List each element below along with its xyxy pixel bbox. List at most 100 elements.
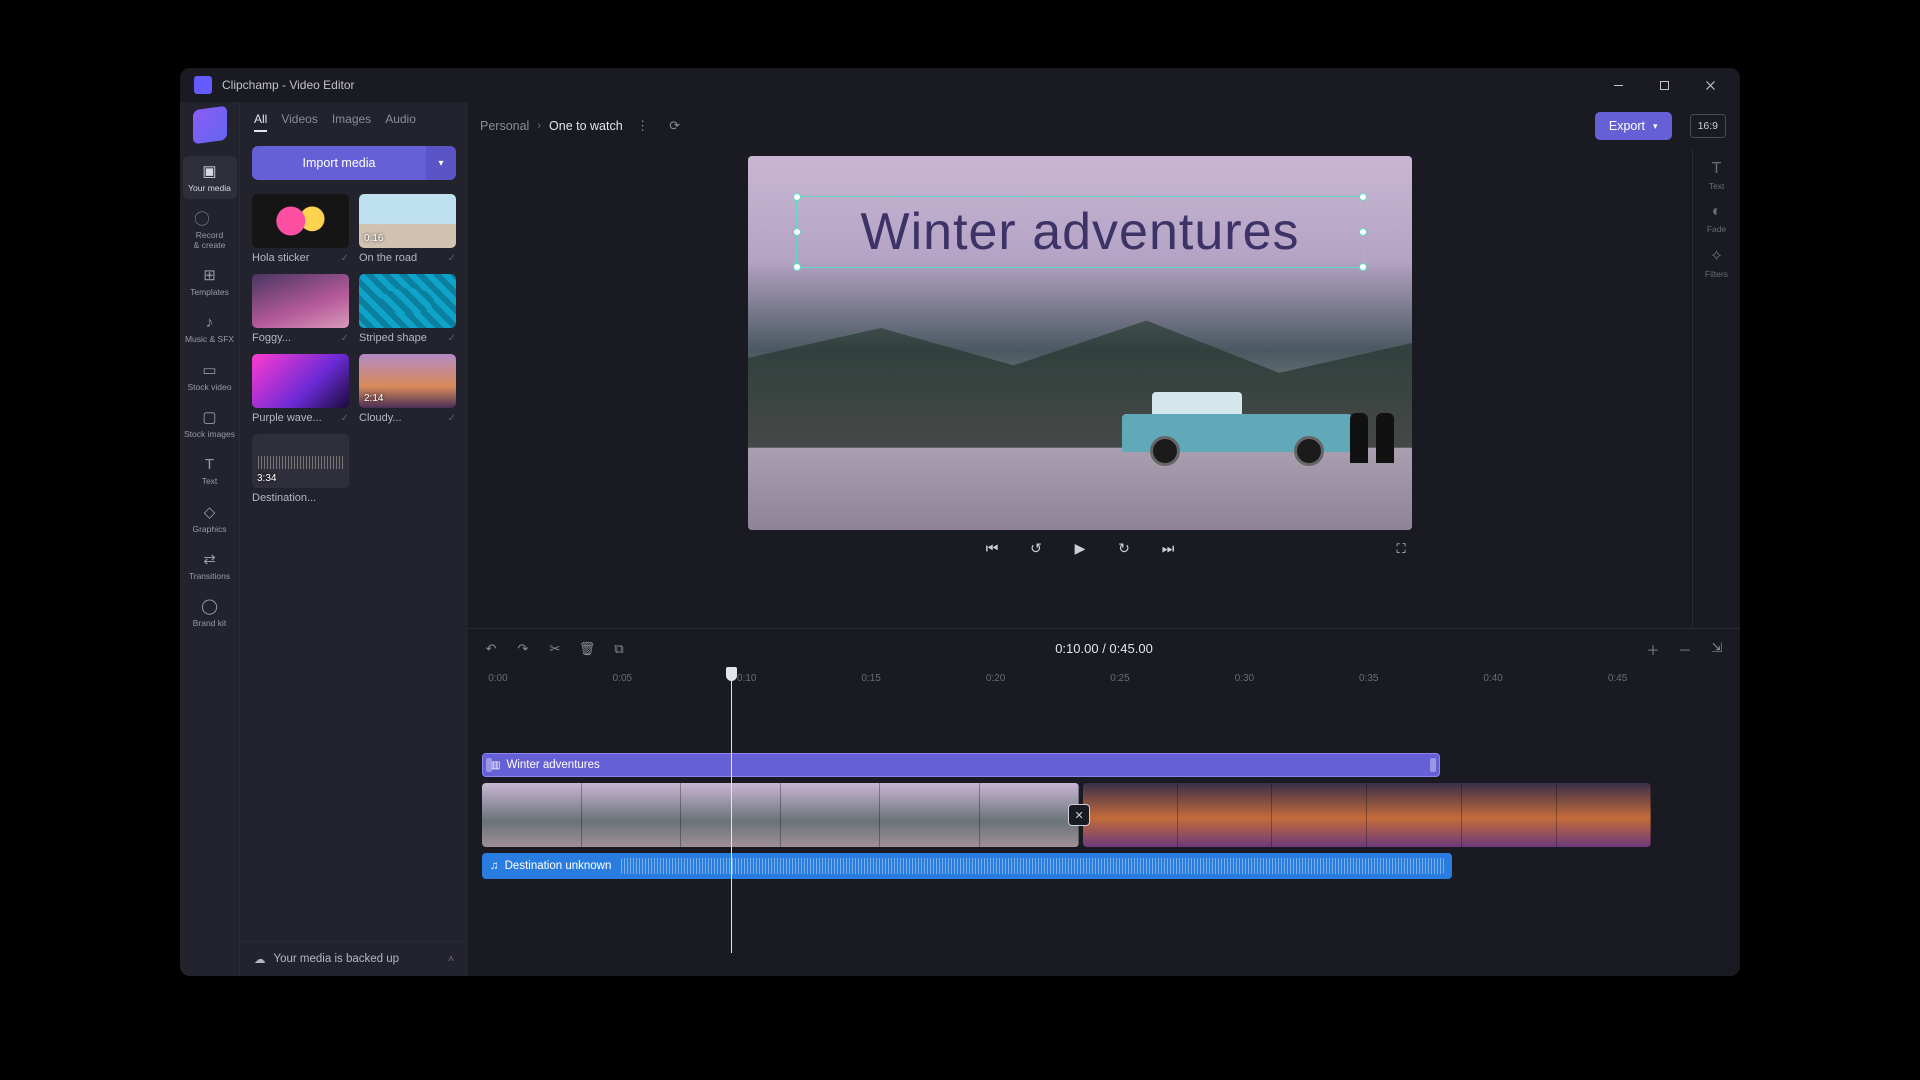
split-button[interactable]: ✂: [546, 641, 564, 657]
app-logo-icon: [194, 76, 212, 94]
title-text: Winter adventures: [861, 202, 1300, 262]
cloud-icon: ☁: [254, 952, 266, 966]
maximize-button[interactable]: [1642, 70, 1686, 100]
rail-record-create[interactable]: ⃝ Record & create: [183, 203, 237, 256]
media-item[interactable]: 2:14 Cloudy...✓: [359, 354, 456, 424]
resize-handle[interactable]: [793, 263, 801, 271]
undo-button[interactable]: ↶: [482, 641, 500, 657]
cloud-sync-button[interactable]: ⟳: [663, 114, 687, 138]
rail-text[interactable]: T Text: [183, 449, 237, 492]
skip-end-button[interactable]: ⏭: [1157, 540, 1179, 557]
media-thumb: 0:16: [359, 194, 456, 248]
playback-controls: ⏮ ↺ ▶ ↻ ⏭ ⛶: [748, 540, 1412, 557]
tab-videos[interactable]: Videos: [281, 112, 317, 132]
duplicate-button[interactable]: ⧉: [610, 641, 628, 657]
check-icon: ✓: [448, 333, 456, 344]
breadcrumb-root[interactable]: Personal: [480, 119, 529, 133]
title-text-box[interactable]: Winter adventures: [796, 196, 1364, 268]
import-dropdown[interactable]: ▾: [426, 146, 456, 180]
clip-trim-right[interactable]: [1430, 758, 1436, 772]
redo-button[interactable]: ↷: [514, 641, 532, 657]
import-media-button[interactable]: Import media ▾: [252, 146, 456, 180]
timeline: ˅ ↶ ↷ ✂ 🗑 ⧉ 0:10.00 / 0:45.00 ＋ － ⇲: [468, 628, 1740, 976]
backup-status[interactable]: ☁ Your media is backed up ˄: [240, 941, 468, 976]
transition-button[interactable]: ✕: [1068, 804, 1090, 826]
resize-handle[interactable]: [793, 228, 801, 236]
rail-label: Record & create: [194, 231, 226, 250]
transitions-icon: ⇄: [201, 550, 219, 568]
clipchamp-logo-icon[interactable]: [193, 106, 227, 145]
text-clip[interactable]: ▥ Winter adventures: [482, 753, 1440, 777]
preview-canvas[interactable]: Winter adventures: [748, 156, 1412, 530]
video-icon: ▭: [201, 361, 219, 379]
clip-trim-left[interactable]: [486, 758, 492, 772]
right-rail-text[interactable]: T Text: [1709, 160, 1725, 191]
audio-clip[interactable]: ♫ Destination unknown: [482, 853, 1452, 879]
add-track-button[interactable]: ＋: [1644, 640, 1662, 659]
tab-all[interactable]: All: [254, 112, 267, 132]
media-item[interactable]: 0:16 On the road✓: [359, 194, 456, 264]
resize-handle[interactable]: [1359, 263, 1367, 271]
media-item[interactable]: 3:34 Destination...: [252, 434, 349, 504]
zoom-out-button[interactable]: －: [1676, 640, 1694, 659]
media-item[interactable]: Hola sticker✓: [252, 194, 349, 264]
timeline-toolbar: ↶ ↷ ✂ 🗑 ⧉ 0:10.00 / 0:45.00 ＋ － ⇲: [468, 629, 1740, 669]
rail-label: Transitions: [189, 572, 230, 581]
rail-transitions[interactable]: ⇄ Transitions: [183, 544, 237, 587]
play-button[interactable]: ▶: [1069, 540, 1091, 557]
rail-music-sfx[interactable]: ♪ Music & SFX: [183, 307, 237, 350]
video-clip-1[interactable]: [482, 783, 1079, 847]
media-thumb: [252, 354, 349, 408]
close-button[interactable]: [1688, 70, 1732, 100]
ruler-tick: 0:30: [1235, 673, 1254, 684]
forward-button[interactable]: ↻: [1113, 540, 1135, 557]
playhead-knob[interactable]: [726, 667, 737, 681]
skip-start-button[interactable]: ⏮: [981, 540, 1003, 557]
rail-your-media[interactable]: ▣ Your media: [183, 156, 237, 199]
timeline-ruler[interactable]: 0:00 0:05 0:10 0:15 0:20 0:25 0:30 0:35 …: [482, 669, 1726, 693]
video-clip-2[interactable]: [1083, 783, 1652, 847]
clip-label: Winter adventures: [506, 759, 599, 771]
tab-images[interactable]: Images: [332, 112, 371, 132]
fit-timeline-button[interactable]: ⇲: [1708, 640, 1726, 659]
timeline-tracks[interactable]: ▥ Winter adventures ✕ ♫: [482, 693, 1726, 953]
fullscreen-button[interactable]: ⛶: [1390, 541, 1412, 557]
rail-graphics[interactable]: ◇ Graphics: [183, 497, 237, 540]
media-name: Cloudy...: [359, 412, 402, 424]
rail-templates[interactable]: ⊞ Templates: [183, 260, 237, 303]
media-thumb: [252, 274, 349, 328]
rail-stock-video[interactable]: ▭ Stock video: [183, 355, 237, 398]
breadcrumb-current[interactable]: One to watch: [549, 119, 623, 133]
media-item[interactable]: Striped shape✓: [359, 274, 456, 344]
camera-icon: ⃝: [201, 209, 219, 227]
text-icon: T: [201, 455, 219, 473]
export-button[interactable]: Export ▾: [1595, 112, 1672, 140]
ruler-tick: 0:05: [613, 673, 632, 684]
rail-brand-kit[interactable]: ◯ Brand kit: [183, 591, 237, 634]
media-item[interactable]: Foggy...✓: [252, 274, 349, 344]
text-icon: T: [1712, 160, 1722, 178]
right-rail-fade[interactable]: ◐ Fade: [1707, 203, 1726, 234]
rewind-button[interactable]: ↺: [1025, 540, 1047, 557]
resize-handle[interactable]: [793, 193, 801, 201]
media-duration: 2:14: [364, 393, 383, 404]
waveform: [621, 858, 1444, 874]
delete-button[interactable]: 🗑: [578, 641, 596, 657]
aspect-ratio-button[interactable]: 16:9: [1690, 114, 1726, 138]
rail-label: Stock video: [188, 383, 232, 392]
resize-handle[interactable]: [1359, 228, 1367, 236]
playhead[interactable]: [731, 669, 732, 953]
more-options-button[interactable]: ⋮: [631, 114, 655, 138]
scene-person: [1376, 413, 1394, 463]
tab-audio[interactable]: Audio: [385, 112, 416, 132]
media-tabs: All Videos Images Audio: [240, 102, 468, 140]
rail-stock-images[interactable]: ▢ Stock images: [183, 402, 237, 445]
music-icon: ♪: [201, 313, 219, 331]
right-rail-filters[interactable]: ✧ Filters: [1705, 246, 1728, 279]
rail-label: Templates: [190, 288, 229, 297]
media-name: On the road: [359, 252, 417, 264]
minimize-button[interactable]: [1596, 70, 1640, 100]
media-item[interactable]: Purple wave...✓: [252, 354, 349, 424]
minimize-icon: [1613, 80, 1624, 91]
resize-handle[interactable]: [1359, 193, 1367, 201]
